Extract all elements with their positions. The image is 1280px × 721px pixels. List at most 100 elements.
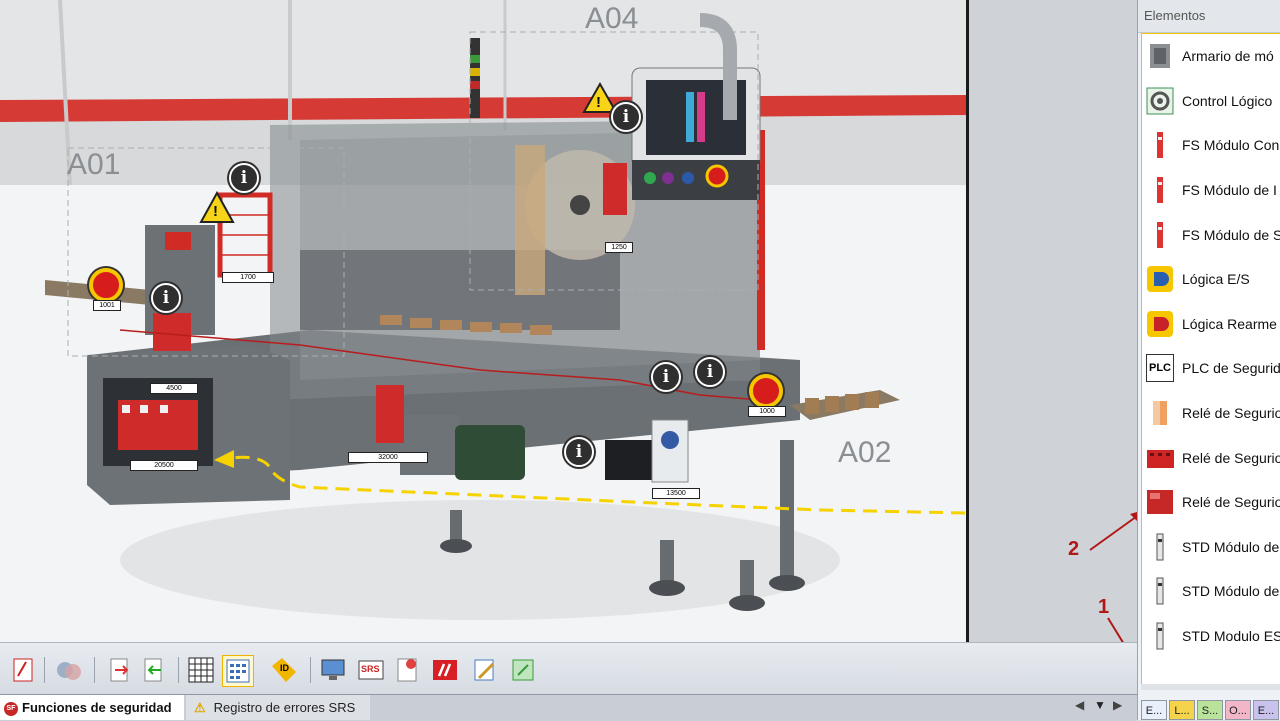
tab-dropdown-icon[interactable]: ▼ — [1094, 698, 1106, 712]
panel-tab[interactable]: S... — [1197, 700, 1223, 720]
slash-tool-icon[interactable] — [430, 655, 460, 685]
std-module-icon — [1146, 622, 1174, 650]
annotation-number-1: 1 — [1098, 596, 1110, 618]
annotation-number-2: 2 — [1068, 538, 1080, 560]
grid-view-icon[interactable] — [222, 655, 254, 687]
list-item-label: Relé de Segurio — [1182, 449, 1280, 466]
std-module-icon — [1146, 577, 1174, 605]
list-item-label: FS Módulo de I — [1182, 182, 1277, 199]
tab-label: Funciones de seguridad — [22, 700, 172, 715]
relay-orange-icon — [1146, 399, 1174, 427]
toolbar-separator — [44, 657, 45, 683]
list-item[interactable]: FS Módulo de I — [1142, 168, 1280, 213]
list-item[interactable]: STD Módulo de — [1142, 569, 1280, 614]
list-item-label: STD Módulo de — [1182, 538, 1280, 555]
list-item[interactable]: Lógica Rearme — [1142, 302, 1280, 347]
area-label-a04: A04 — [585, 2, 639, 35]
list-item[interactable]: Relé de Segurio — [1142, 435, 1280, 480]
fs-module-icon — [1146, 131, 1174, 159]
export-icon[interactable] — [104, 655, 134, 685]
monitor-icon[interactable] — [318, 655, 348, 685]
relay-red-icon — [1146, 444, 1174, 472]
list-item-label: FS Módulo Con — [1182, 137, 1280, 154]
list-item[interactable]: Relé de Segurio — [1142, 480, 1280, 525]
list-item[interactable]: Lógica E/S — [1142, 257, 1280, 302]
emergency-stop-icon[interactable] — [89, 268, 123, 302]
info-icon[interactable]: i — [611, 102, 641, 132]
area-label-a01: A01 — [67, 148, 121, 181]
tab-funciones-de-seguridad[interactable]: SF Funciones de seguridad — [0, 695, 184, 720]
list-item-label: PLC de Segurid — [1182, 360, 1280, 377]
list-item[interactable]: Armario de mó — [1142, 34, 1280, 79]
srs-report-icon[interactable]: SRS — [356, 655, 386, 685]
grid-icon[interactable] — [186, 655, 216, 685]
plc-icon-text: PLC — [1149, 362, 1171, 375]
resize-icon[interactable] — [508, 655, 538, 685]
tab-scroll-left-icon[interactable]: ◀ — [1075, 698, 1084, 712]
list-item[interactable]: STD Módulo de — [1142, 525, 1280, 570]
horizontal-scrollbar[interactable] — [1141, 684, 1280, 690]
list-item-label: STD Módulo de — [1182, 583, 1280, 600]
device-tag: 1250 — [605, 242, 633, 253]
panel-tab[interactable]: L... — [1169, 700, 1195, 720]
std-module-icon — [1146, 533, 1174, 561]
srs-label: SRS — [361, 664, 380, 674]
panel-tab[interactable]: E... — [1141, 700, 1167, 720]
machine-scene[interactable] — [0, 0, 966, 642]
device-tag: 1700 — [222, 272, 274, 283]
device-tag: 20500 — [130, 460, 198, 471]
device-tag: 1000 — [748, 406, 786, 417]
relay-red-box-icon — [1146, 488, 1174, 516]
toolbar-separator — [178, 657, 179, 683]
info-icon[interactable]: i — [695, 357, 725, 387]
bottom-tab-bar: SF Funciones de seguridad ⚠ Registro de er… — [0, 694, 1137, 721]
toolbar-separator — [310, 657, 311, 683]
list-item[interactable]: Relé de Segurio — [1142, 391, 1280, 436]
info-icon[interactable]: i — [229, 163, 259, 193]
edit-doc-icon[interactable] — [470, 655, 500, 685]
list-item[interactable]: FS Módulo de S — [1142, 212, 1280, 257]
3d-viewport[interactable]: A01 A04 A02 i i i i i i ! ! 1001 1700 12… — [0, 0, 969, 642]
list-item[interactable]: PLC PLC de Segurid — [1142, 346, 1280, 391]
info-icon[interactable]: i — [651, 362, 681, 392]
warning-icon[interactable]: ! — [213, 203, 218, 220]
emergency-stop-icon[interactable] — [749, 374, 783, 408]
device-tag: 4500 — [150, 383, 198, 394]
panel-tab[interactable]: O... — [1225, 700, 1251, 720]
fs-module-icon — [1146, 176, 1174, 204]
safety-function-icon[interactable] — [8, 655, 38, 685]
warning-icon[interactable]: ! — [596, 94, 601, 111]
info-icon[interactable]: i — [564, 437, 594, 467]
elements-list[interactable]: Armario de mó Control Lógico FS Módulo C… — [1141, 33, 1280, 685]
fs-module-icon — [1146, 221, 1174, 249]
list-item[interactable]: STD Modulo ES — [1142, 614, 1280, 659]
list-item-label: Relé de Segurio — [1182, 494, 1280, 511]
bottom-toolbar: ID SRS — [0, 642, 1137, 695]
device-tag: 32000 — [348, 452, 428, 463]
tab-scroll-right-icon[interactable]: ▶ — [1113, 698, 1122, 712]
list-item-label: Armario de mó — [1182, 48, 1274, 65]
list-item-label: Lógica Rearme — [1182, 315, 1277, 332]
plc-icon: PLC — [1146, 354, 1174, 383]
network-icon[interactable] — [54, 655, 84, 685]
elements-panel: Elementos Armario de mó Control Lógico F… — [1137, 0, 1280, 720]
area-label-a02: A02 — [838, 436, 892, 469]
tab-registro-de-errores[interactable]: ⚠ Registro de errores SRS — [186, 695, 370, 720]
import-icon[interactable] — [138, 655, 168, 685]
id-tag-icon[interactable]: ID — [268, 655, 298, 685]
id-tag-label: ID — [280, 663, 289, 673]
list-item-label: FS Módulo de S — [1182, 226, 1280, 243]
device-tag: 13500 — [652, 488, 700, 499]
tab-label: Registro de errores SRS — [213, 700, 356, 715]
info-icon[interactable]: i — [151, 283, 181, 313]
list-item[interactable]: Control Lógico — [1142, 79, 1280, 124]
elements-panel-title: Elementos — [1138, 0, 1280, 33]
panel-tab[interactable]: E... — [1253, 700, 1279, 720]
list-item[interactable]: FS Módulo Con — [1142, 123, 1280, 168]
logic-io-icon — [1146, 265, 1174, 293]
list-item-label: Lógica E/S — [1182, 271, 1250, 288]
checklist-icon[interactable] — [392, 655, 422, 685]
list-item-label: Relé de Segurio — [1182, 405, 1280, 422]
safety-function-badge-icon: SF — [4, 701, 18, 716]
warning-icon: ⚠ — [194, 700, 206, 715]
